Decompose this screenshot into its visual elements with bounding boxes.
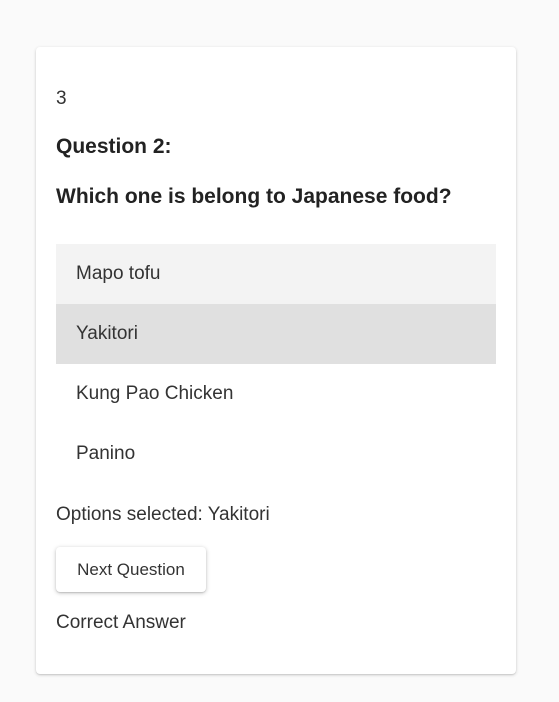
question-counter: 3 [56,88,67,109]
question-text: Which one is belong to Japanese food? [56,185,452,208]
next-question-button[interactable]: Next Question [56,547,206,592]
option-yakitori[interactable]: Yakitori [56,304,496,364]
selected-option-text: Options selected: Yakitori [56,504,270,525]
option-kung-pao-chicken[interactable]: Kung Pao Chicken [56,364,496,424]
question-number: Question 2: [56,135,172,158]
answer-result-text: Correct Answer [56,612,186,633]
option-panino[interactable]: Panino [56,424,496,484]
options-list: Mapo tofu Yakitori Kung Pao Chicken Pani… [56,244,496,484]
quiz-card: 3 Question 2: Which one is belong to Jap… [36,47,516,674]
option-mapo-tofu[interactable]: Mapo tofu [56,244,496,304]
